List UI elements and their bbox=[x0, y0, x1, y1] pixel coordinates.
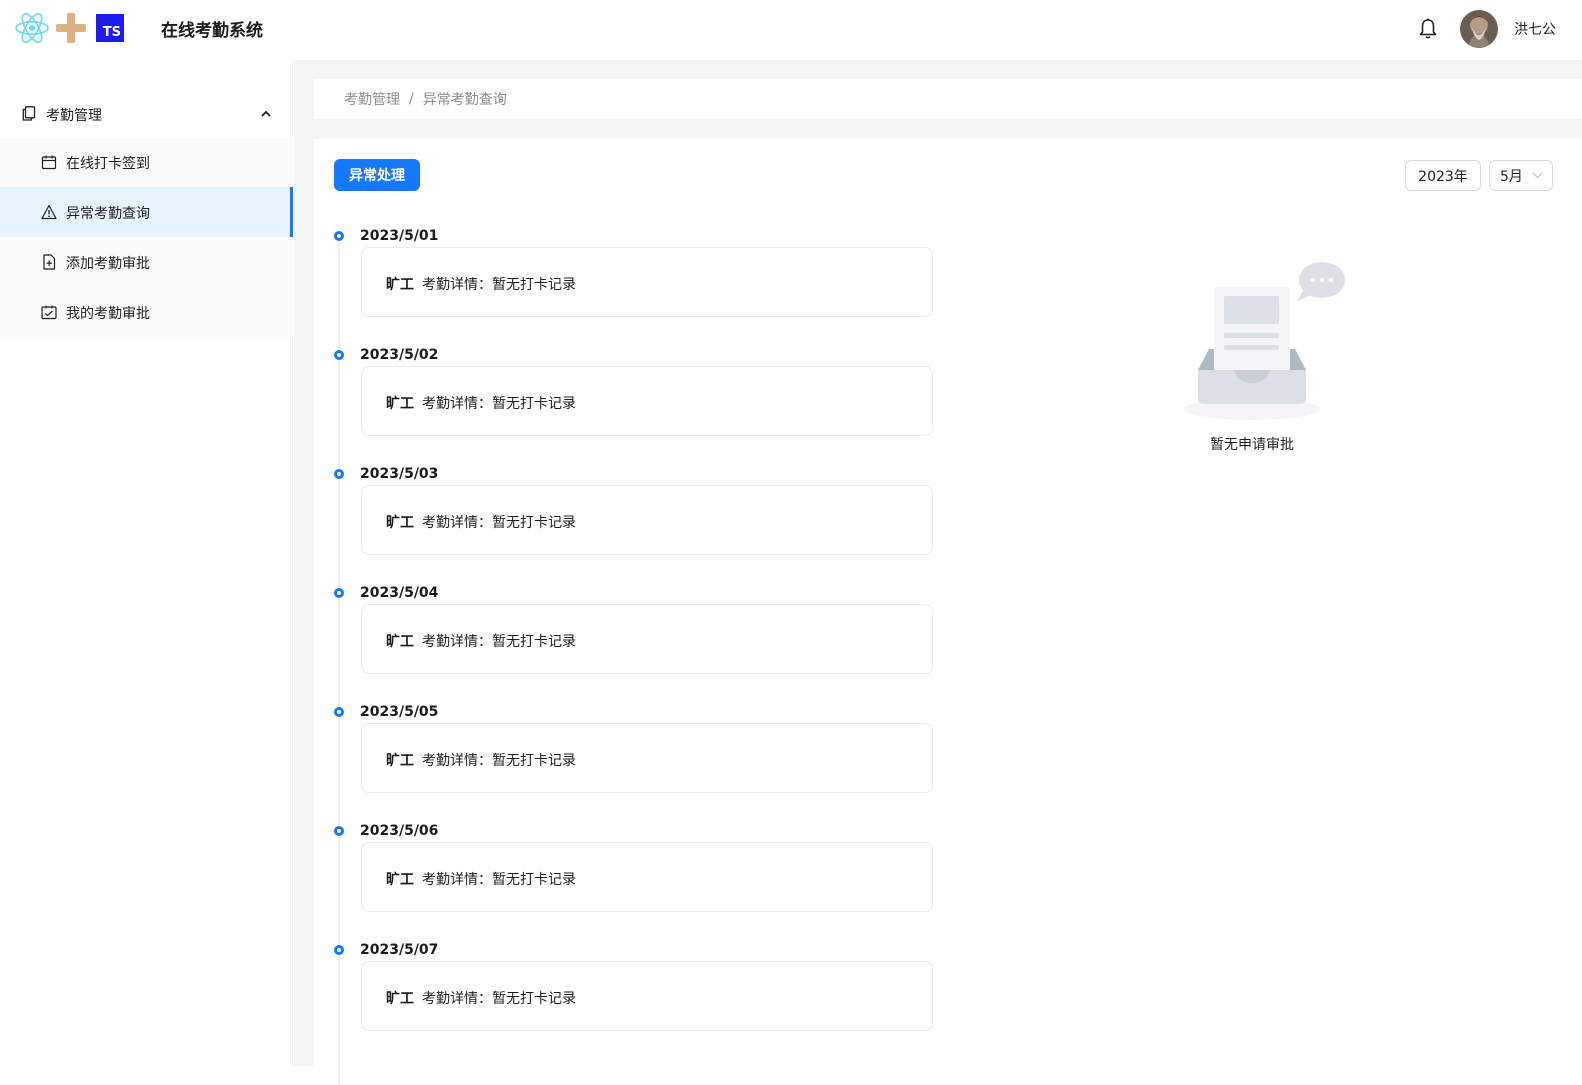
sidebar-item-label: 异常考勤查询 bbox=[66, 206, 150, 222]
absence-tag: 旷工 bbox=[386, 396, 414, 412]
attendance-detail: 考勤详情：暂无打卡记录 bbox=[422, 634, 576, 650]
chevron-down-icon bbox=[1532, 172, 1543, 179]
timeline-item: 2023/5/01 旷工 考勤详情：暂无打卡记录 bbox=[334, 228, 954, 339]
timeline-card: 旷工 考勤详情：暂无打卡记录 bbox=[361, 366, 933, 436]
sidebar-item-checkin[interactable]: 在线打卡签到 bbox=[0, 137, 293, 187]
bell-icon[interactable] bbox=[1418, 18, 1438, 40]
avatar[interactable] bbox=[1460, 10, 1498, 48]
sidebar-item-label: 在线打卡签到 bbox=[66, 156, 150, 172]
month-select-value: 5月 bbox=[1500, 168, 1523, 185]
absence-tag: 旷工 bbox=[386, 872, 414, 888]
timeline-date: 2023/5/05 bbox=[360, 704, 439, 720]
year-select[interactable]: 2023年 bbox=[1405, 160, 1481, 191]
timeline-card: 旷工 考勤详情：暂无打卡记录 bbox=[361, 247, 933, 317]
timeline-dot bbox=[334, 231, 344, 241]
timeline-date: 2023/5/04 bbox=[360, 585, 439, 601]
absence-tag: 旷工 bbox=[386, 634, 414, 650]
sidebar: 考勤管理 在线打卡签到 异常考勤查询 添加考勤审批 我的考勤审批 bbox=[0, 60, 293, 1066]
breadcrumb-parent[interactable]: 考勤管理 bbox=[344, 89, 400, 109]
menu-group-label: 考勤管理 bbox=[46, 108, 102, 124]
timeline-dot bbox=[334, 469, 344, 479]
attendance-detail: 考勤详情：暂无打卡记录 bbox=[422, 753, 576, 769]
timeline-item: 2023/5/07 旷工 考勤详情：暂无打卡记录 bbox=[334, 942, 954, 1053]
plus-icon bbox=[56, 13, 86, 43]
attendance-detail: 考勤详情：暂无打卡记录 bbox=[422, 396, 576, 412]
sidebar-item-label: 添加考勤审批 bbox=[66, 256, 150, 272]
timeline-card: 旷工 考勤详情：暂无打卡记录 bbox=[361, 485, 933, 555]
empty-inbox-icon bbox=[1184, 262, 1345, 420]
timeline-date: 2023/5/01 bbox=[360, 228, 439, 244]
absence-tag: 旷工 bbox=[386, 277, 414, 293]
absence-tag: 旷工 bbox=[386, 515, 414, 531]
year-select-value: 2023年 bbox=[1418, 168, 1468, 185]
breadcrumb-separator: / bbox=[409, 91, 414, 107]
timeline-date: 2023/5/03 bbox=[360, 466, 439, 482]
copy-icon bbox=[22, 106, 36, 121]
timeline-dot bbox=[334, 826, 344, 836]
timeline-card: 旷工 考勤详情：暂无打卡记录 bbox=[361, 961, 933, 1031]
sidebar-item-label: 我的考勤审批 bbox=[66, 306, 150, 322]
timeline-dot bbox=[334, 707, 344, 717]
user-name[interactable]: 洪七公 bbox=[1514, 19, 1556, 39]
avatar-image bbox=[1460, 10, 1498, 48]
timeline-date: 2023/5/02 bbox=[360, 347, 439, 363]
timeline-dot bbox=[334, 588, 344, 598]
timeline-card: 旷工 考勤详情：暂无打卡记录 bbox=[361, 842, 933, 912]
attendance-detail: 考勤详情：暂无打卡记录 bbox=[422, 515, 576, 531]
header-right: 洪七公 bbox=[1418, 8, 1556, 50]
abnormal-handle-button[interactable]: 异常处理 bbox=[334, 159, 420, 191]
timeline-date: 2023/5/06 bbox=[360, 823, 439, 839]
attendance-detail: 考勤详情：暂无打卡记录 bbox=[422, 991, 576, 1007]
main-content: 考勤管理 / 异常考勤查询 异常处理 2023年 5月 2023/5/01 旷工… bbox=[294, 60, 1582, 1085]
timeline-dot bbox=[334, 945, 344, 955]
schedule-icon bbox=[41, 305, 57, 320]
file-add-icon bbox=[43, 254, 56, 270]
timeline-card: 旷工 考勤详情：暂无打卡记录 bbox=[361, 723, 933, 793]
app-title: 在线考勤系统 bbox=[161, 21, 263, 41]
logo-group: TS bbox=[14, 10, 124, 46]
content-panel: 异常处理 2023年 5月 2023/5/01 旷工 考勤详情：暂无打卡记录 2… bbox=[314, 139, 1582, 1085]
timeline-item: 2023/5/06 旷工 考勤详情：暂无打卡记录 bbox=[334, 823, 954, 934]
empty-state: 暂无申请审批 bbox=[1182, 252, 1362, 462]
react-logo-icon bbox=[15, 13, 49, 43]
sidebar-item-abnormal-query[interactable]: 异常考勤查询 bbox=[0, 187, 293, 237]
chevron-up-icon bbox=[261, 110, 271, 117]
breadcrumb-current: 异常考勤查询 bbox=[422, 92, 507, 108]
sidebar-item-add-approval[interactable]: 添加考勤审批 bbox=[0, 237, 293, 287]
calendar-icon bbox=[41, 155, 57, 170]
attendance-detail: 考勤详情：暂无打卡记录 bbox=[422, 277, 576, 293]
attendance-detail: 考勤详情：暂无打卡记录 bbox=[422, 872, 576, 888]
typescript-logo-icon: TS bbox=[96, 14, 124, 42]
timeline-card: 旷工 考勤详情：暂无打卡记录 bbox=[361, 604, 933, 674]
absence-tag: 旷工 bbox=[386, 991, 414, 1007]
timeline-dot bbox=[334, 350, 344, 360]
warning-icon bbox=[41, 204, 57, 220]
menu-group-attendance[interactable]: 考勤管理 bbox=[0, 92, 293, 136]
timeline-item: 2023/5/02 旷工 考勤详情：暂无打卡记录 bbox=[334, 347, 954, 458]
empty-state-text: 暂无申请审批 bbox=[1210, 437, 1294, 453]
timeline-item: 2023/5/03 旷工 考勤详情：暂无打卡记录 bbox=[334, 466, 954, 577]
breadcrumb: 考勤管理 / 异常考勤查询 bbox=[314, 79, 1582, 119]
submenu: 在线打卡签到 异常考勤查询 添加考勤审批 我的考勤审批 bbox=[0, 137, 293, 337]
month-select[interactable]: 5月 bbox=[1489, 160, 1553, 191]
timeline-date: 2023/5/07 bbox=[360, 942, 439, 958]
sidebar-item-my-approval[interactable]: 我的考勤审批 bbox=[0, 287, 293, 337]
top-header: TS 在线考勤系统 洪七公 bbox=[0, 0, 1582, 60]
timeline-item: 2023/5/05 旷工 考勤详情：暂无打卡记录 bbox=[334, 704, 954, 815]
timeline-item: 2023/5/04 旷工 考勤详情：暂无打卡记录 bbox=[334, 585, 954, 696]
abnormal-timeline: 2023/5/01 旷工 考勤详情：暂无打卡记录 2023/5/02 旷工 考勤… bbox=[334, 228, 954, 1085]
absence-tag: 旷工 bbox=[386, 753, 414, 769]
